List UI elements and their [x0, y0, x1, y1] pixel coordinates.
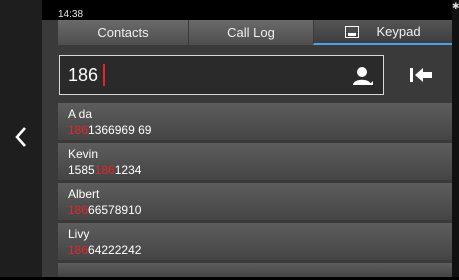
right-edge-bar: [452, 0, 459, 277]
bluetooth-icon: ✱: [452, 1, 459, 11]
add-contact-icon[interactable]: [352, 65, 374, 87]
tab-contacts[interactable]: Contacts: [58, 20, 188, 45]
contact-number: 186 1366969 69: [68, 123, 151, 137]
list-item[interactable]: A da 186 1366969 69: [58, 103, 452, 140]
list-item[interactable]: Kevin 1585 186 1234: [58, 143, 452, 180]
dial-input-row: 186: [58, 49, 452, 103]
tab-label: Contacts: [97, 25, 149, 40]
tab-call-log[interactable]: Call Log: [188, 20, 313, 45]
contact-number: 186 66578910: [68, 203, 141, 217]
dial-number-input[interactable]: 186: [59, 55, 384, 95]
tab-keypad[interactable]: Keypad: [313, 20, 452, 45]
number-suffix: 1366969 69: [88, 123, 152, 137]
contact-name: Kevin: [68, 147, 99, 161]
number-match: 186: [94, 163, 115, 177]
number-match: 186: [68, 203, 89, 217]
chevron-left-icon: [15, 127, 26, 147]
tab-label: Keypad: [376, 24, 421, 39]
number-suffix: 64222242: [88, 243, 142, 257]
status-bar: 14:38: [42, 0, 452, 20]
number-suffix: 66578910: [88, 203, 142, 217]
backspace-icon[interactable]: [408, 65, 434, 85]
contact-number: 186 64222242: [68, 243, 141, 257]
dial-number-value: 186: [68, 65, 99, 85]
list-item-partial[interactable]: [58, 263, 452, 277]
contact-name: A da: [68, 107, 93, 121]
keypad-icon: [345, 25, 360, 38]
number-match: 186: [68, 243, 89, 257]
text-cursor: [103, 64, 105, 86]
list-item[interactable]: Albert 186 66578910: [58, 183, 452, 220]
number-match: 186: [68, 123, 89, 137]
phone-screen: 14:38 Contacts Call Log Keypad 186 A da …: [42, 0, 452, 277]
number-prefix: 1585: [68, 163, 95, 177]
contact-results-list: A da 186 1366969 69 Kevin 1585 186 1234 Alb…: [58, 103, 452, 280]
tab-label: Call Log: [227, 25, 275, 40]
list-item[interactable]: Livy 186 64222242: [58, 223, 452, 260]
contact-name: Livy: [68, 227, 90, 241]
back-button[interactable]: [8, 122, 34, 152]
contact-name: Albert: [68, 187, 100, 201]
left-nav-bar: [0, 0, 42, 277]
tab-bar: Contacts Call Log Keypad: [58, 20, 452, 45]
contact-number: 1585 186 1234: [68, 163, 141, 177]
number-suffix: 1234: [114, 163, 142, 177]
